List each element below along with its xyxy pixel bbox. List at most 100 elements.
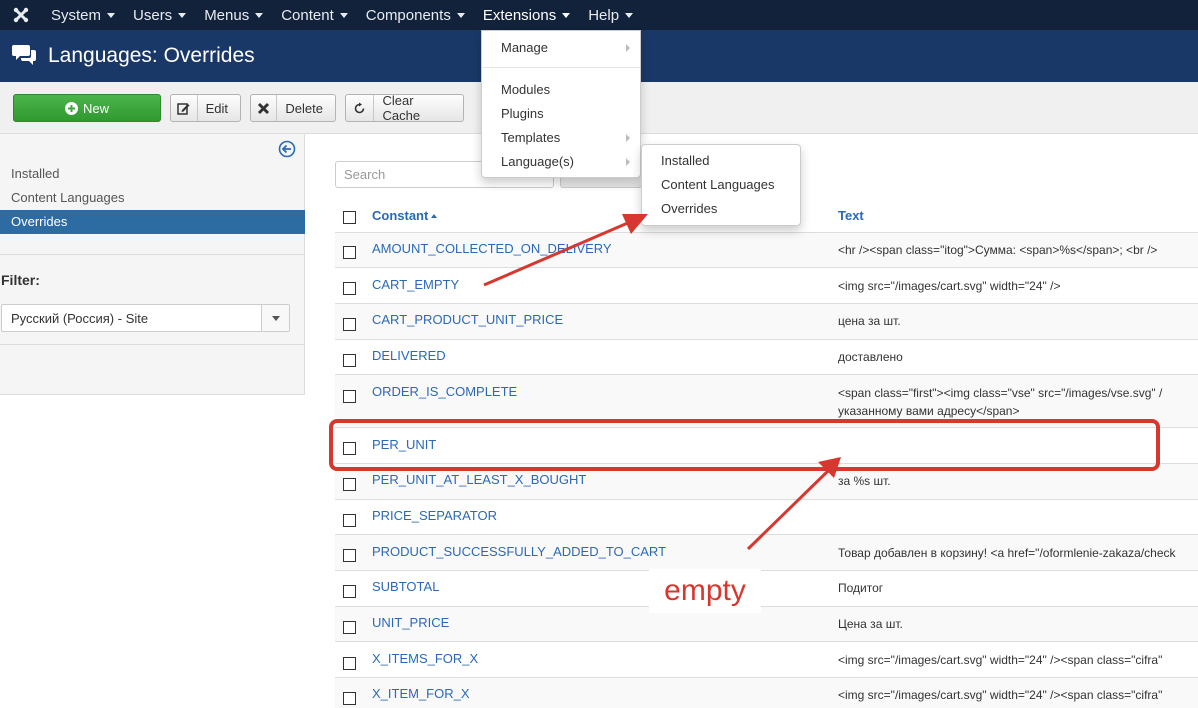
row-checkbox[interactable] [343, 318, 356, 331]
row-checkbox[interactable] [343, 354, 356, 367]
sidebar-divider [0, 254, 305, 255]
override-text: <img src="/images/cart.svg" width="24" /… [838, 688, 1163, 702]
override-text: <span class="first"><img class="vse" src… [838, 386, 1163, 400]
nav-components[interactable]: Components [357, 0, 474, 30]
column-header-text[interactable]: Text [838, 208, 864, 223]
chevron-down-icon [261, 305, 289, 331]
close-icon [251, 95, 278, 121]
sort-ascending-icon [431, 214, 438, 218]
submenu-item-label: Overrides [661, 201, 718, 216]
menu-item-languages[interactable]: Language(s) [482, 150, 640, 174]
override-text-continued: указанному вами адресу</span> [838, 404, 1020, 418]
row-checkbox[interactable] [343, 282, 356, 295]
constant-link[interactable]: AMOUNT_COLLECTED_ON_DELIVERY [372, 241, 612, 256]
top-navbar: System Users Menus Content Components Ex… [0, 0, 1198, 30]
nav-content-label: Content [281, 6, 334, 24]
nav-menus-label: Menus [204, 6, 250, 24]
menu-item-modules[interactable]: Modules [482, 78, 640, 102]
extensions-dropdown-menu: Manage Modules Plugins Templates Languag… [481, 30, 641, 178]
clear-cache-button-label: Clear Cache [382, 93, 421, 123]
submenu-item-overrides[interactable]: Overrides [642, 197, 800, 221]
constant-link[interactable]: DELIVERED [372, 348, 446, 363]
table-row: X_ITEMS_FOR_X <img src="/images/cart.svg… [335, 642, 1198, 678]
chevron-down-icon [255, 12, 264, 18]
row-checkbox[interactable] [343, 514, 356, 527]
table-row: X_ITEM_FOR_X <img src="/images/cart.svg"… [335, 678, 1198, 708]
sidebar-divider [0, 344, 305, 345]
row-checkbox[interactable] [343, 549, 356, 562]
nav-help[interactable]: Help [579, 0, 642, 30]
language-filter-select[interactable]: Русский (Россия) - Site [1, 304, 290, 332]
collapse-sidebar-icon[interactable] [278, 140, 296, 161]
override-text: доставлено [838, 350, 903, 364]
row-checkbox[interactable] [343, 585, 356, 598]
table-row: PRICE_SEPARATOR [335, 500, 1198, 535]
override-text: за %s шт. [838, 474, 891, 488]
submenu-item-content-languages[interactable]: Content Languages [642, 173, 800, 197]
chevron-down-icon [625, 12, 634, 18]
menu-divider [483, 67, 640, 68]
override-text: <img src="/images/cart.svg" width="24" /… [838, 279, 1061, 293]
menu-item-manage[interactable]: Manage [482, 36, 640, 60]
menu-item-label: Templates [501, 130, 561, 145]
new-button[interactable]: New [13, 94, 161, 122]
constant-link[interactable]: CART_PRODUCT_UNIT_PRICE [372, 312, 563, 327]
page-title: Languages: Overrides [48, 44, 255, 67]
nav-extensions[interactable]: Extensions [474, 0, 579, 30]
row-checkbox[interactable] [343, 657, 356, 670]
sidebar-item-overrides[interactable]: Overrides [0, 210, 305, 234]
override-text: <hr /><span class="itog">Сумма: <span>%s… [838, 243, 1158, 257]
nav-system[interactable]: System [42, 0, 124, 30]
row-checkbox[interactable] [343, 246, 356, 259]
constant-link[interactable]: SUBTOTAL [372, 579, 439, 594]
languages-submenu: Installed Content Languages Overrides [641, 144, 801, 226]
nav-extensions-label: Extensions [482, 6, 557, 24]
nav-menus[interactable]: Menus [195, 0, 272, 30]
edit-button-label: Edit [205, 100, 228, 116]
row-checkbox[interactable] [343, 621, 356, 634]
row-checkbox[interactable] [343, 442, 356, 455]
nav-users-label: Users [133, 6, 173, 24]
table-row: AMOUNT_COLLECTED_ON_DELIVERY <hr /><span… [335, 233, 1198, 268]
submenu-item-installed[interactable]: Installed [642, 149, 800, 173]
chevron-right-icon [626, 158, 630, 166]
nav-users[interactable]: Users [124, 0, 195, 30]
table-row: PRODUCT_SUCCESSFULLY_ADDED_TO_CART Товар… [335, 535, 1198, 571]
clear-cache-button[interactable]: Clear Cache [345, 93, 464, 123]
plus-circle-icon [64, 101, 78, 115]
chevron-down-icon [456, 12, 465, 18]
constant-link[interactable]: X_ITEMS_FOR_X [372, 651, 478, 666]
menu-item-plugins[interactable]: Plugins [482, 102, 640, 126]
column-header-constant[interactable]: Constant [372, 208, 438, 223]
row-checkbox[interactable] [343, 478, 356, 491]
refresh-icon [346, 95, 375, 121]
row-checkbox[interactable] [343, 390, 356, 403]
constant-link[interactable]: UNIT_PRICE [372, 615, 449, 630]
sidebar-item-installed[interactable]: Installed [0, 162, 305, 186]
sidebar: Installed Content Languages Overrides Fi… [0, 134, 305, 395]
delete-button[interactable]: Delete [250, 94, 336, 122]
table-row: UNIT_PRICE Цена за шт. [335, 607, 1198, 642]
constant-link[interactable]: PRODUCT_SUCCESSFULLY_ADDED_TO_CART [372, 544, 666, 559]
menu-item-label: Manage [501, 40, 548, 55]
constant-link[interactable]: X_ITEM_FOR_X [372, 686, 470, 701]
menu-item-templates[interactable]: Templates [482, 126, 640, 150]
sidebar-item-content-languages[interactable]: Content Languages [0, 186, 305, 210]
filter-label: Filter: [1, 272, 40, 288]
constant-link[interactable]: PRICE_SEPARATOR [372, 508, 497, 523]
row-checkbox[interactable] [343, 692, 356, 705]
constant-link[interactable]: PER_UNIT_AT_LEAST_X_BOUGHT [372, 472, 586, 487]
nav-content[interactable]: Content [272, 0, 357, 30]
constant-link[interactable]: PER_UNIT [372, 437, 436, 452]
constant-link[interactable]: ORDER_IS_COMPLETE [372, 384, 517, 399]
table-row: ORDER_IS_COMPLETE <span class="first"><i… [335, 375, 1198, 428]
chevron-down-icon [107, 12, 116, 18]
chevron-down-icon [562, 12, 571, 18]
edit-button[interactable]: Edit [170, 94, 241, 122]
constant-link[interactable]: CART_EMPTY [372, 277, 459, 292]
override-text: цена за шт. [838, 314, 901, 328]
menu-item-label: Modules [501, 82, 551, 97]
select-all-checkbox[interactable] [343, 211, 356, 224]
joomla-logo-icon[interactable] [0, 0, 42, 30]
menu-item-label: Language(s) [501, 154, 574, 169]
